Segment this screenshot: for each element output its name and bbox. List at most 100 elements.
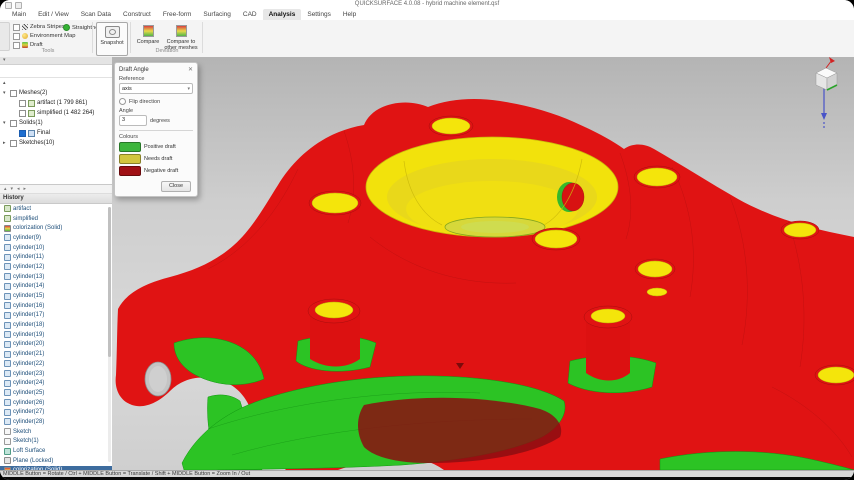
history-item[interactable]: cylinder(15) (0, 291, 112, 301)
window-title: QUICKSURFACE 4.0.08 - hybrid machine ele… (0, 0, 854, 9)
tree-item[interactable]: Sketches(10) (0, 138, 112, 148)
history-item-label: colorization (Solid) (13, 225, 62, 231)
angle-input[interactable]: 3 (119, 115, 147, 126)
history-item-label: cylinder(15) (13, 293, 44, 299)
history-item[interactable]: colorization (Solid) (0, 223, 112, 233)
sidebar-header-strip[interactable]: ▾ (0, 57, 112, 65)
legend-row: Needs draft (119, 154, 193, 164)
expander-icon[interactable] (3, 80, 8, 86)
expander-icon[interactable] (3, 120, 8, 126)
history-item[interactable]: cylinder(25) (0, 388, 112, 398)
history-item[interactable]: cylinder(27) (0, 407, 112, 417)
history-item-label: Sketch(1) (13, 438, 39, 444)
tree-item-icon (28, 130, 35, 137)
menu-tab[interactable]: Scan Data (75, 9, 117, 20)
history-toolbar-icon[interactable]: ▸ (24, 185, 27, 193)
partial-ribbon-button[interactable] (0, 22, 10, 51)
straightness-icon[interactable] (63, 24, 70, 31)
history-item[interactable]: cylinder(19) (0, 330, 112, 340)
compare-other-icon (176, 25, 187, 37)
history-scrollbar[interactable] (108, 207, 111, 462)
snapshot-button[interactable]: Snapshot (96, 22, 128, 56)
history-item[interactable]: cylinder(23) (0, 369, 112, 379)
tree-checkbox[interactable] (19, 100, 26, 107)
history-item[interactable]: cylinder(13) (0, 272, 112, 282)
history-toolbar-icon[interactable]: ▾ (11, 185, 14, 193)
tree-checkbox[interactable] (10, 140, 17, 147)
close-icon[interactable]: ✕ (188, 66, 193, 73)
history-item[interactable]: cylinder(21) (0, 349, 112, 359)
legend-row: Positive draft (119, 142, 193, 152)
colours-label: Colours (119, 134, 193, 140)
history-item[interactable]: cylinder(10) (0, 243, 112, 253)
tree-item[interactable]: artifact (1 799 861) (0, 98, 112, 108)
history-item[interactable]: cylinder(22) (0, 359, 112, 369)
tree-item[interactable]: Final (0, 128, 112, 138)
tree-item[interactable]: simplified (1 482 264) (0, 108, 112, 118)
history-item[interactable]: simplified (0, 214, 112, 224)
tree-checkbox[interactable] (19, 110, 26, 117)
application-window: QUICKSURFACE 4.0.08 - hybrid machine ele… (0, 0, 854, 480)
history-item[interactable]: cylinder(17) (0, 311, 112, 321)
history-item[interactable]: artifact (0, 204, 112, 214)
tree-checkbox[interactable] (19, 130, 26, 137)
history-toolbar-icon[interactable]: ▴ (4, 185, 7, 193)
history-item[interactable]: cylinder(24) (0, 378, 112, 388)
history-item[interactable]: cylinder(16) (0, 301, 112, 311)
menu-tab[interactable]: Analysis (263, 9, 302, 20)
menu-tab[interactable]: Main (6, 9, 32, 20)
close-button[interactable]: Close (161, 181, 191, 192)
history-item[interactable]: Loft Surface (0, 446, 112, 456)
history-item-icon (4, 438, 11, 445)
history-item[interactable]: cylinder(20) (0, 340, 112, 350)
history-item[interactable]: Sketch(1) (0, 437, 112, 447)
history-item-icon (4, 244, 11, 251)
model-through-hole (145, 362, 171, 396)
reference-select[interactable]: axis ▾ (119, 83, 193, 94)
history-item[interactable]: Sketch (0, 427, 112, 437)
scrollbar-thumb[interactable] (108, 207, 111, 357)
history-item[interactable]: cylinder(9) (0, 233, 112, 243)
ribbon: Zebra Stripes Environment Map Draft Stra… (0, 20, 854, 58)
viewport-3d[interactable] (112, 57, 854, 470)
menu-tab[interactable]: Free-form (157, 9, 198, 20)
expander-icon[interactable] (3, 90, 8, 96)
history-item[interactable]: cylinder(11) (0, 252, 112, 262)
flip-direction-checkbox[interactable] (119, 98, 126, 105)
history-item[interactable]: cylinder(26) (0, 398, 112, 408)
history-toolbar-icon[interactable]: ◂ (17, 185, 20, 193)
tree-checkbox[interactable] (10, 90, 17, 97)
history-item[interactable]: cylinder(14) (0, 282, 112, 292)
toggle-checkbox[interactable] (13, 33, 20, 40)
expander-icon[interactable] (3, 140, 8, 146)
dialog-title: Draft Angle (119, 67, 149, 73)
toggle-checkbox[interactable] (13, 24, 20, 31)
history-item[interactable]: cylinder(12) (0, 262, 112, 272)
tree-item[interactable]: Solids(1) (0, 118, 112, 128)
history-item[interactable]: Plane (Locked) (0, 456, 112, 466)
menu-tab[interactable]: Help (337, 9, 362, 20)
flip-direction-option[interactable]: Flip direction (119, 98, 193, 105)
history-item[interactable]: cylinder(28) (0, 417, 112, 427)
tree-item[interactable]: Meshes(2) (0, 88, 112, 98)
menu-tab[interactable]: Settings (301, 9, 337, 20)
history-item[interactable]: cylinder(18) (0, 320, 112, 330)
tree-filler (0, 150, 112, 185)
menu-tab[interactable]: Construct (117, 9, 157, 20)
tree-item[interactable] (0, 78, 112, 88)
history-item-label: Sketch (13, 429, 31, 435)
tree-checkbox[interactable] (10, 120, 17, 127)
history-item-icon (4, 360, 11, 367)
history-toolbar: ▴ ▾◂ ▸ (0, 185, 112, 194)
model-central-bore (366, 137, 618, 237)
dialog-divider (119, 130, 193, 131)
tool-toggle[interactable]: Environment Map (13, 32, 75, 40)
menu-tab[interactable]: Edit / View (32, 9, 75, 20)
history-item-icon (4, 254, 11, 261)
draft-legend: Positive draft Needs draft Negative draf… (119, 142, 193, 176)
history-item-label: artifact (13, 206, 31, 212)
menu-tab[interactable]: Surfacing (197, 9, 236, 20)
model-canvas[interactable] (112, 57, 854, 470)
menu-tab[interactable]: CAD (237, 9, 263, 20)
quick-access-icon[interactable] (15, 2, 22, 9)
